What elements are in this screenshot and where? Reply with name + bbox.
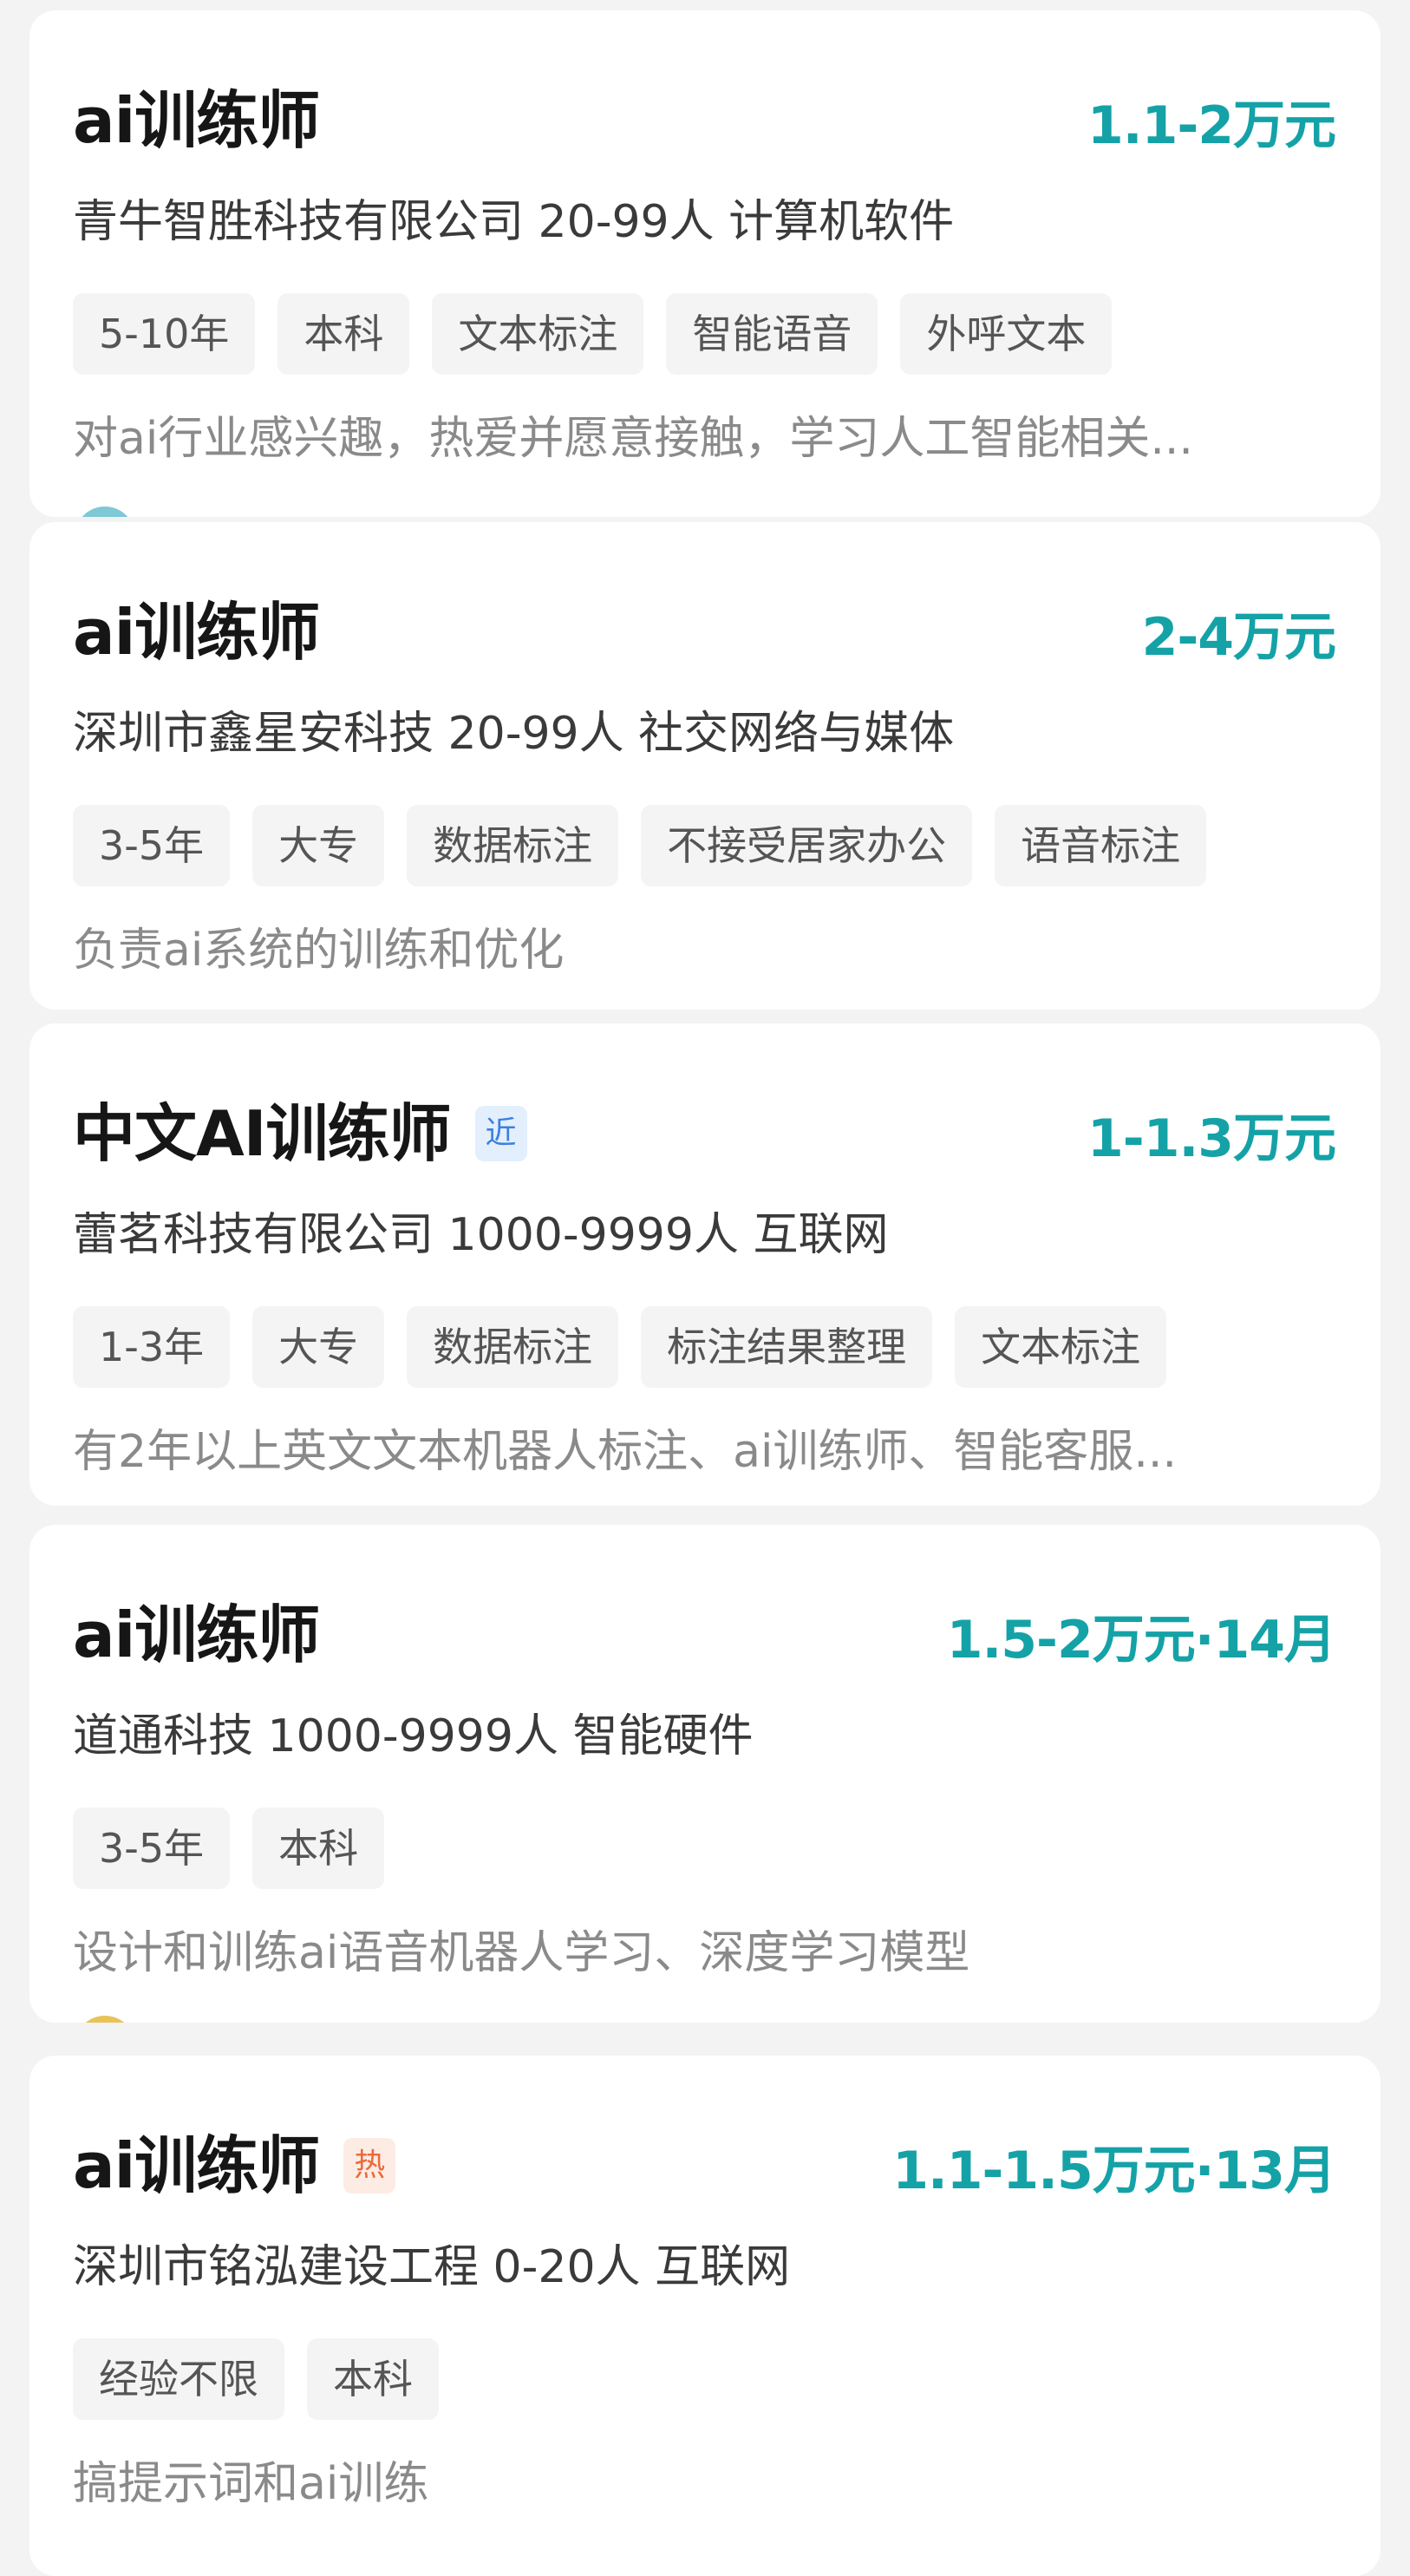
tag: 大专 <box>252 1306 385 1388</box>
tag: 智能语音 <box>666 293 878 375</box>
tag-list: 经验不限 本科 <box>73 2338 439 2420</box>
tag: 大专 <box>252 805 385 886</box>
job-card[interactable]: ai训练师 1.5-2万元·14月 道通科技 1000-9999人 智能硬件 3… <box>29 1525 1381 2023</box>
salary: 1.5-2万元·14月 <box>946 1609 1336 1670</box>
tag: 1-3年 <box>73 1306 231 1388</box>
tag: 3-5年 <box>73 805 231 886</box>
job-title: ai训练师 <box>73 84 320 157</box>
tag: 不接受居家办公 <box>641 805 973 886</box>
job-description: 对ai行业感兴趣，热爱并愿意接触，学习人工智能相关... <box>73 413 1193 465</box>
company-info: 深圳市铭泓建设工程 0-20人 互联网 <box>73 2241 791 2293</box>
salary: 2-4万元 <box>1141 606 1336 668</box>
tag: 本科 <box>252 1808 385 1889</box>
job-card[interactable]: 中文AI训练师 近 1-1.3万元 蕾茗科技有限公司 1000-9999人 互联… <box>29 1023 1381 1506</box>
tag-list: 5-10年 本科 文本标注 智能语音 外呼文本 <box>73 293 1113 375</box>
tag: 经验不限 <box>73 2338 284 2420</box>
tag: 外呼文本 <box>900 293 1113 375</box>
tag: 5-10年 <box>73 293 256 375</box>
company-info: 蕾茗科技有限公司 1000-9999人 互联网 <box>73 1209 889 1261</box>
tag: 数据标注 <box>407 805 619 886</box>
tag: 本科 <box>277 293 410 375</box>
job-description: 搞提示词和ai训练 <box>73 2458 429 2510</box>
nearby-badge: 近 <box>474 1106 527 1161</box>
tag: 3-5年 <box>73 1808 231 1889</box>
job-card[interactable]: ai训练师 2-4万元 深圳市鑫星安科技 20-99人 社交网络与媒体 3-5年… <box>29 522 1381 1010</box>
tag: 文本标注 <box>432 293 644 375</box>
tag: 数据标注 <box>407 1306 619 1388</box>
salary: 1.1-1.5万元·13月 <box>892 2140 1336 2201</box>
job-description: 有2年以上英文文本机器人标注、ai训练师、智能客服... <box>73 1426 1177 1478</box>
job-card[interactable]: ai训练师 1.1-2万元 青牛智胜科技有限公司 20-99人 计算机软件 5-… <box>29 10 1381 517</box>
tag: 语音标注 <box>995 805 1207 886</box>
tag-list: 3-5年 大专 数据标注 不接受居家办公 语音标注 <box>73 805 1207 886</box>
company-info: 道通科技 1000-9999人 智能硬件 <box>73 1710 754 1762</box>
job-title: ai训练师 <box>73 2129 320 2202</box>
tag: 标注结果整理 <box>641 1306 933 1388</box>
tag: 本科 <box>307 2338 439 2420</box>
job-title: ai训练师 <box>73 1599 320 1671</box>
hot-badge: 热 <box>343 2138 396 2194</box>
salary: 1.1-2万元 <box>1087 95 1336 156</box>
company-info: 青牛智胜科技有限公司 20-99人 计算机软件 <box>73 196 955 248</box>
company-info: 深圳市鑫星安科技 20-99人 社交网络与媒体 <box>73 708 955 760</box>
tag: 文本标注 <box>955 1306 1167 1388</box>
job-description: 设计和训练ai语音机器人学习、深度学习模型 <box>73 1927 970 1979</box>
salary: 1-1.3万元 <box>1087 1108 1336 1169</box>
job-title: ai训练师 <box>73 596 320 669</box>
job-description: 负责ai系统的训练和优化 <box>73 925 565 977</box>
tag-list: 1-3年 大专 数据标注 标注结果整理 文本标注 <box>73 1306 1167 1388</box>
tag-list: 3-5年 本科 <box>73 1808 385 1889</box>
job-title: 中文AI训练师 <box>73 1097 452 1170</box>
job-card[interactable]: ai训练师 热 1.1-1.5万元·13月 深圳市铭泓建设工程 0-20人 互联… <box>29 2056 1381 2576</box>
